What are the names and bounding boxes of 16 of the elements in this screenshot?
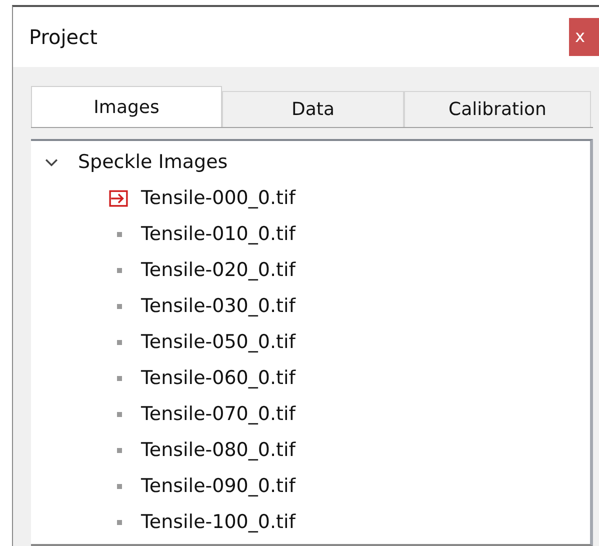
tree-item[interactable]: Tensile-020_0.tif (141, 259, 296, 281)
tree-item[interactable]: Tensile-010_0.tif (141, 223, 296, 245)
tree-item[interactable]: Tensile-050_0.tif (141, 331, 296, 353)
window-title: Project (29, 25, 98, 49)
tab[interactable]: Images (31, 86, 222, 127)
tree-item[interactable]: Tensile-090_0.tif (141, 475, 296, 497)
tree-item[interactable]: Tensile-000_0.tif (141, 187, 296, 209)
close-button[interactable]: x (569, 18, 599, 56)
tab[interactable]: Calibration (404, 91, 591, 127)
tree-item[interactable]: Tensile-100_0.tif (141, 511, 296, 533)
tree-item[interactable]: Tensile-060_0.tif (141, 367, 296, 389)
tree-item[interactable]: Tensile-080_0.tif (141, 439, 296, 461)
tree-item[interactable]: Tensile-030_0.tif (141, 295, 296, 317)
tree-node[interactable]: Speckle Images (78, 151, 228, 173)
tab[interactable]: Data (222, 91, 404, 127)
tree-item[interactable]: Tensile-070_0.tif (141, 403, 296, 425)
